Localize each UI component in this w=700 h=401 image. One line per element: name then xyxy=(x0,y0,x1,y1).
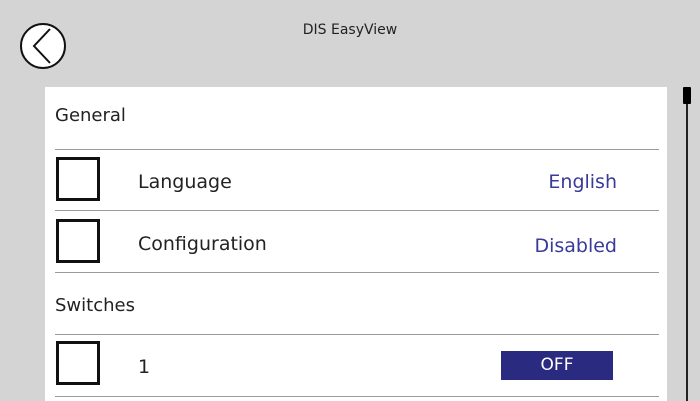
divider xyxy=(55,210,659,211)
divider xyxy=(55,334,659,335)
divider xyxy=(55,272,659,273)
language-label: Language xyxy=(138,171,232,193)
page-title: DIS EasyView xyxy=(302,22,398,38)
scrollbar-track[interactable] xyxy=(686,95,688,401)
section-header-general: General xyxy=(55,105,126,126)
switch-1-label: 1 xyxy=(138,356,151,378)
divider xyxy=(55,396,659,397)
scrollbar-thumb[interactable] xyxy=(683,87,691,104)
section-header-switches: Switches xyxy=(55,295,135,316)
configuration-checkbox[interactable] xyxy=(56,219,100,263)
settings-panel: General Language English Configuration D… xyxy=(45,87,667,401)
switch-1-checkbox[interactable] xyxy=(56,341,100,385)
switch-1-toggle[interactable]: OFF xyxy=(501,351,613,380)
configuration-value[interactable]: Disabled xyxy=(534,235,617,257)
configuration-label: Configuration xyxy=(138,233,267,255)
divider xyxy=(55,149,659,150)
language-value[interactable]: English xyxy=(548,171,617,193)
language-checkbox[interactable] xyxy=(56,157,100,201)
